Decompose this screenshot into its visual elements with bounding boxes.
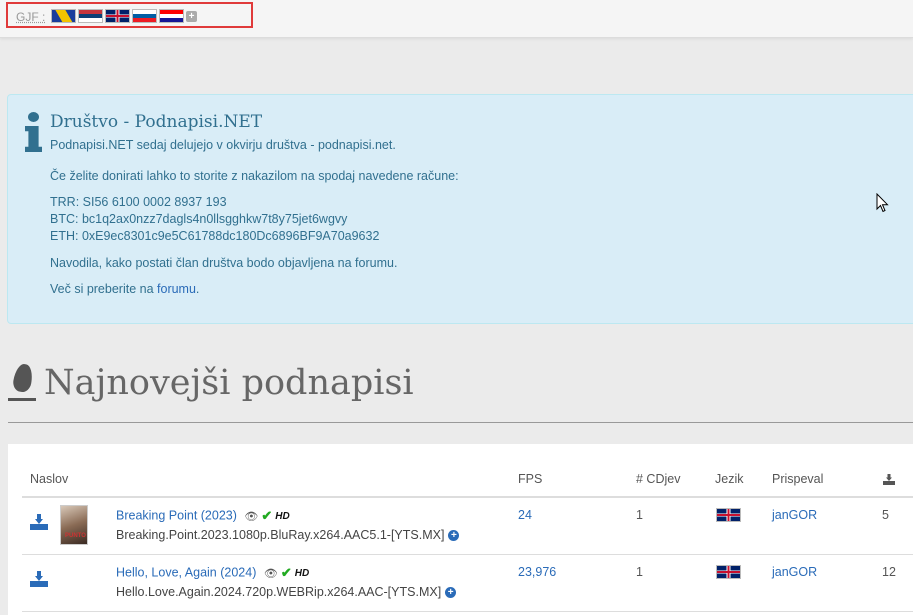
language-flags: + xyxy=(51,9,197,23)
movie-poster[interactable]: PUNTO xyxy=(60,505,88,545)
flag-serbia-icon[interactable] xyxy=(78,9,103,23)
fps-value[interactable]: 23,976 xyxy=(518,565,556,579)
section-header: Najnovejši podnapisi xyxy=(8,362,414,403)
uploader-link[interactable]: janGOR xyxy=(772,508,817,522)
section-title: Najnovejši podnapisi xyxy=(44,363,414,403)
alert-btc: BTC: bc1q2ax0nzz7dagls4n0llsgghkw7t8y75j… xyxy=(50,212,348,226)
alert-line-2: Če želite donirati lahko to storite z na… xyxy=(50,169,459,183)
header-divider xyxy=(22,496,913,498)
language-selector: GJF : + xyxy=(6,2,253,28)
header-language[interactable]: Jezik xyxy=(715,472,743,486)
info-icon xyxy=(25,112,42,152)
flag-uk-icon[interactable] xyxy=(105,9,130,23)
plus-icon[interactable]: + xyxy=(186,10,197,22)
alert-trr: TRR: SI56 6100 0002 8937 193 xyxy=(50,195,227,209)
downloads-header-icon[interactable] xyxy=(883,474,895,485)
cds-value: 1 xyxy=(636,508,643,522)
top-bar: GJF : + xyxy=(0,0,913,38)
cds-value: 1 xyxy=(636,565,643,579)
verified-check-icon: ✔ xyxy=(280,565,292,580)
alert-line-1: Podnapisi.NET sedaj delujejo v okvirju d… xyxy=(50,138,396,152)
release-name: Breaking.Point.2023.1080p.BluRay.x264.AA… xyxy=(116,528,445,542)
title-cell: Hello, Love, Again (2024) 👁 ✔ HD xyxy=(116,565,309,581)
flag-slovenia-icon[interactable] xyxy=(132,9,157,23)
subtitle-title-link[interactable]: Breaking Point (2023) xyxy=(116,508,237,522)
header-uploader[interactable]: Prispeval xyxy=(772,472,823,486)
header-cds[interactable]: # CDjev xyxy=(636,472,680,486)
header-fps[interactable]: FPS xyxy=(518,472,542,486)
info-alert: Društvo - Podnapisi.NET Podnapisi.NET se… xyxy=(7,94,913,324)
release-cell: Hello.Love.Again.2024.720p.WEBRip.x264.A… xyxy=(116,585,457,599)
forum-link[interactable]: forumu xyxy=(157,282,196,296)
alert-title: Društvo - Podnapisi.NET xyxy=(50,112,263,132)
uploader-link[interactable]: janGOR xyxy=(772,565,817,579)
subtitle-title-link[interactable]: Hello, Love, Again (2024) xyxy=(116,565,256,579)
release-cell: Breaking.Point.2023.1080p.BluRay.x264.AA… xyxy=(116,528,460,542)
more-releases-icon[interactable]: + xyxy=(445,587,457,599)
mouse-cursor-icon xyxy=(876,193,889,213)
section-divider xyxy=(8,422,913,423)
downloads-count: 12 xyxy=(882,565,896,579)
subtitles-table: Naslov FPS # CDjev Jezik Prispeval PUNTO… xyxy=(8,444,913,615)
alert-line-4: Več si preberite na forumu. xyxy=(50,282,200,296)
title-cell: Breaking Point (2023) 👁 ✔ HD xyxy=(116,508,290,524)
verified-check-icon: ✔ xyxy=(261,508,273,523)
hd-badge: HD xyxy=(294,567,310,579)
language-label: GJF : xyxy=(16,10,46,24)
row-divider xyxy=(22,611,913,612)
fps-value[interactable]: 24 xyxy=(518,508,532,522)
row-divider xyxy=(22,554,913,555)
flag-uk-icon[interactable] xyxy=(716,565,741,579)
flag-uk-icon[interactable] xyxy=(716,508,741,522)
alert-line-3: Navodila, kako postati član društva bodo… xyxy=(50,256,398,270)
download-icon[interactable] xyxy=(30,571,48,587)
fire-icon xyxy=(8,362,36,402)
header-title[interactable]: Naslov xyxy=(30,472,68,486)
alert-eth: ETH: 0xE9ec8301c9e5C61788dc180Dc6896BF9A… xyxy=(50,229,380,243)
more-releases-icon[interactable]: + xyxy=(448,530,460,542)
downloads-count: 5 xyxy=(882,508,889,522)
download-icon[interactable] xyxy=(30,514,48,530)
hearing-impaired-icon: 👁 xyxy=(263,567,278,580)
hearing-impaired-icon: 👁 xyxy=(244,510,259,523)
release-name: Hello.Love.Again.2024.720p.WEBRip.x264.A… xyxy=(116,585,442,599)
hd-badge: HD xyxy=(275,510,290,522)
flag-bosnia-icon[interactable] xyxy=(51,9,76,23)
flag-croatia-icon[interactable] xyxy=(159,9,184,23)
